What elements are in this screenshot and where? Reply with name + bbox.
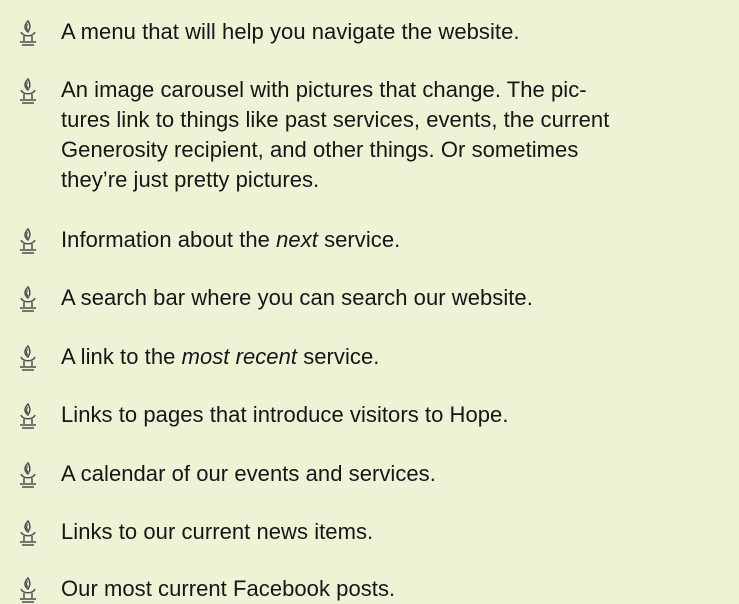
list-item-text: An image carousel with pictures that cha… xyxy=(61,75,609,195)
list-item-news: Links to our current news items. xyxy=(14,517,726,547)
list-item-text: Our most current Facebook posts. xyxy=(61,576,396,601)
chalice-flame-icon xyxy=(14,19,42,47)
list-item-text: A calendar of our events and services. xyxy=(61,461,436,486)
list-item-introduce-visitors: Links to pages that introduce visitors t… xyxy=(14,400,726,430)
website-features-page: A menu that will help you navigate the w… xyxy=(0,0,739,603)
text-after-emphasis: service. xyxy=(297,344,380,369)
list-item-text: A menu that will help you navigate the w… xyxy=(61,19,520,44)
list-item-next-service: Information about the next service. xyxy=(14,225,726,255)
text-line: Generosity recipient, and other things. … xyxy=(61,137,579,162)
list-item-menu: A menu that will help you navigate the w… xyxy=(14,17,726,47)
emphasis-text: most recent xyxy=(181,344,298,369)
chalice-flame-icon xyxy=(14,576,42,604)
list-item-search-bar: A search bar where you can search our we… xyxy=(14,283,726,313)
text-line: they’re just pretty pictures. xyxy=(61,167,320,192)
chalice-flame-icon xyxy=(14,77,42,105)
emphasis-text: next xyxy=(276,227,318,252)
chalice-flame-icon xyxy=(14,227,42,255)
list-item-text: Links to our current news items. xyxy=(61,519,374,544)
list-item-calendar: A calendar of our events and services. xyxy=(14,459,726,489)
chalice-flame-icon xyxy=(14,402,42,430)
chalice-flame-icon xyxy=(14,344,42,372)
list-item-text: Links to pages that introduce visitors t… xyxy=(61,402,509,427)
text-before-emphasis: A link to the xyxy=(61,344,182,369)
list-item-text: A search bar where you can search our we… xyxy=(61,285,533,310)
text-line: An image carousel with pictures that cha… xyxy=(61,77,587,102)
chalice-flame-icon xyxy=(14,285,42,313)
list-item-image-carousel: An image carousel with pictures that cha… xyxy=(14,75,726,195)
text-before-emphasis: Information about the xyxy=(61,227,277,252)
list-item-most-recent-service: A link to the most recent service. xyxy=(14,342,726,372)
list-item-text: Information about the next service. xyxy=(61,225,400,255)
chalice-flame-icon xyxy=(14,461,42,489)
list-item-facebook-posts: Our most current Facebook posts. xyxy=(14,574,726,604)
text-line: tures link to things like past services,… xyxy=(61,107,610,132)
list-item-text: A link to the most recent service. xyxy=(61,342,379,372)
chalice-flame-icon xyxy=(14,519,42,547)
text-after-emphasis: service. xyxy=(317,227,401,252)
